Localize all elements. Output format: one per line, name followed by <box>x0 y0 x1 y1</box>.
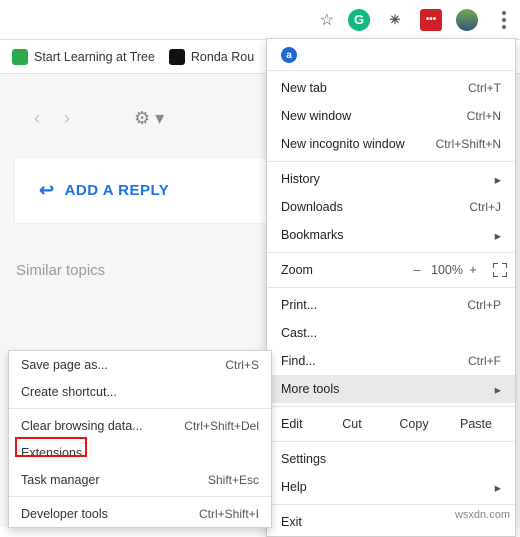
chrome-menu-button[interactable] <box>492 11 516 29</box>
extension-grammarly-icon[interactable]: G <box>348 9 370 31</box>
menu-separator <box>267 504 515 505</box>
submenu-create-shortcut[interactable]: Create shortcut... <box>9 378 271 405</box>
zoom-in-button[interactable]: + <box>459 263 487 277</box>
zoom-out-button[interactable]: – <box>403 263 431 277</box>
menu-separator <box>267 161 515 162</box>
profile-avatar[interactable] <box>456 9 478 31</box>
menu-separator <box>9 408 271 409</box>
menu-bookmarks[interactable]: Bookmarks ▸ <box>267 221 515 249</box>
gear-icon[interactable]: ⚙ ▾ <box>134 108 164 129</box>
menu-separator <box>267 406 515 407</box>
submenu-task-manager[interactable]: Task manager Shift+Esc <box>9 466 271 493</box>
menu-new-window[interactable]: New window Ctrl+N <box>267 102 515 130</box>
menu-separator <box>267 287 515 288</box>
submenu-arrow-icon: ▸ <box>495 228 501 243</box>
menu-history[interactable]: History ▸ <box>267 165 515 193</box>
menu-separator <box>267 441 515 442</box>
menu-help[interactable]: Help ▸ <box>267 473 515 501</box>
submenu-arrow-icon: ▸ <box>495 480 501 495</box>
menu-find[interactable]: Find... Ctrl+F <box>267 347 515 375</box>
bookmark-favicon <box>169 49 185 65</box>
next-icon[interactable]: › <box>64 108 70 129</box>
menu-downloads[interactable]: Downloads Ctrl+J <box>267 193 515 221</box>
chrome-main-menu: a New tab Ctrl+T New window Ctrl+N New i… <box>266 38 516 537</box>
attribution-text: wsxdn.com <box>455 509 510 521</box>
bookmark-star-icon[interactable]: ☆ <box>320 10 334 30</box>
fullscreen-icon[interactable] <box>493 263 507 277</box>
submenu-save-page[interactable]: Save page as... Ctrl+S <box>9 351 271 378</box>
browser-toolbar: ☆ G ✳ ••• <box>0 0 520 40</box>
edit-copy-button[interactable]: Copy <box>383 417 445 431</box>
menu-separator <box>267 70 515 71</box>
edit-cut-button[interactable]: Cut <box>321 417 383 431</box>
menu-separator <box>267 252 515 253</box>
bookmark-label: Ronda Rou <box>191 50 254 64</box>
bookmark-item[interactable]: Ronda Rou <box>169 49 254 65</box>
extension-icon[interactable]: ✳ <box>384 9 406 31</box>
zoom-value: 100% <box>431 263 459 277</box>
submenu-extensions[interactable]: Extensions <box>9 439 271 466</box>
menu-print[interactable]: Print... Ctrl+P <box>267 291 515 319</box>
menu-account-row[interactable]: a <box>267 39 515 67</box>
submenu-arrow-icon: ▸ <box>495 172 501 187</box>
menu-new-tab[interactable]: New tab Ctrl+T <box>267 74 515 102</box>
reply-arrow-icon: ↩ <box>39 180 55 201</box>
edit-paste-button[interactable]: Paste <box>445 417 507 431</box>
menu-edit: Edit Cut Copy Paste <box>267 410 515 438</box>
bookmark-favicon <box>12 49 28 65</box>
submenu-developer-tools[interactable]: Developer tools Ctrl+Shift+I <box>9 500 271 527</box>
more-tools-submenu: Save page as... Ctrl+S Create shortcut..… <box>8 350 272 528</box>
menu-separator <box>9 496 271 497</box>
menu-settings[interactable]: Settings <box>267 445 515 473</box>
submenu-clear-browsing-data[interactable]: Clear browsing data... Ctrl+Shift+Del <box>9 412 271 439</box>
menu-more-tools[interactable]: More tools ▸ <box>267 375 515 403</box>
add-reply-label: ADD A REPLY <box>65 182 170 199</box>
bookmark-item[interactable]: Start Learning at Tree <box>12 49 155 65</box>
menu-new-incognito[interactable]: New incognito window Ctrl+Shift+N <box>267 130 515 158</box>
submenu-arrow-icon: ▸ <box>495 382 501 397</box>
extension-lastpass-icon[interactable]: ••• <box>420 9 442 31</box>
menu-cast[interactable]: Cast... <box>267 319 515 347</box>
prev-icon[interactable]: ‹ <box>34 108 40 129</box>
bookmark-label: Start Learning at Tree <box>34 50 155 64</box>
menu-zoom: Zoom – 100% + <box>267 256 515 284</box>
account-badge-icon: a <box>281 47 297 63</box>
